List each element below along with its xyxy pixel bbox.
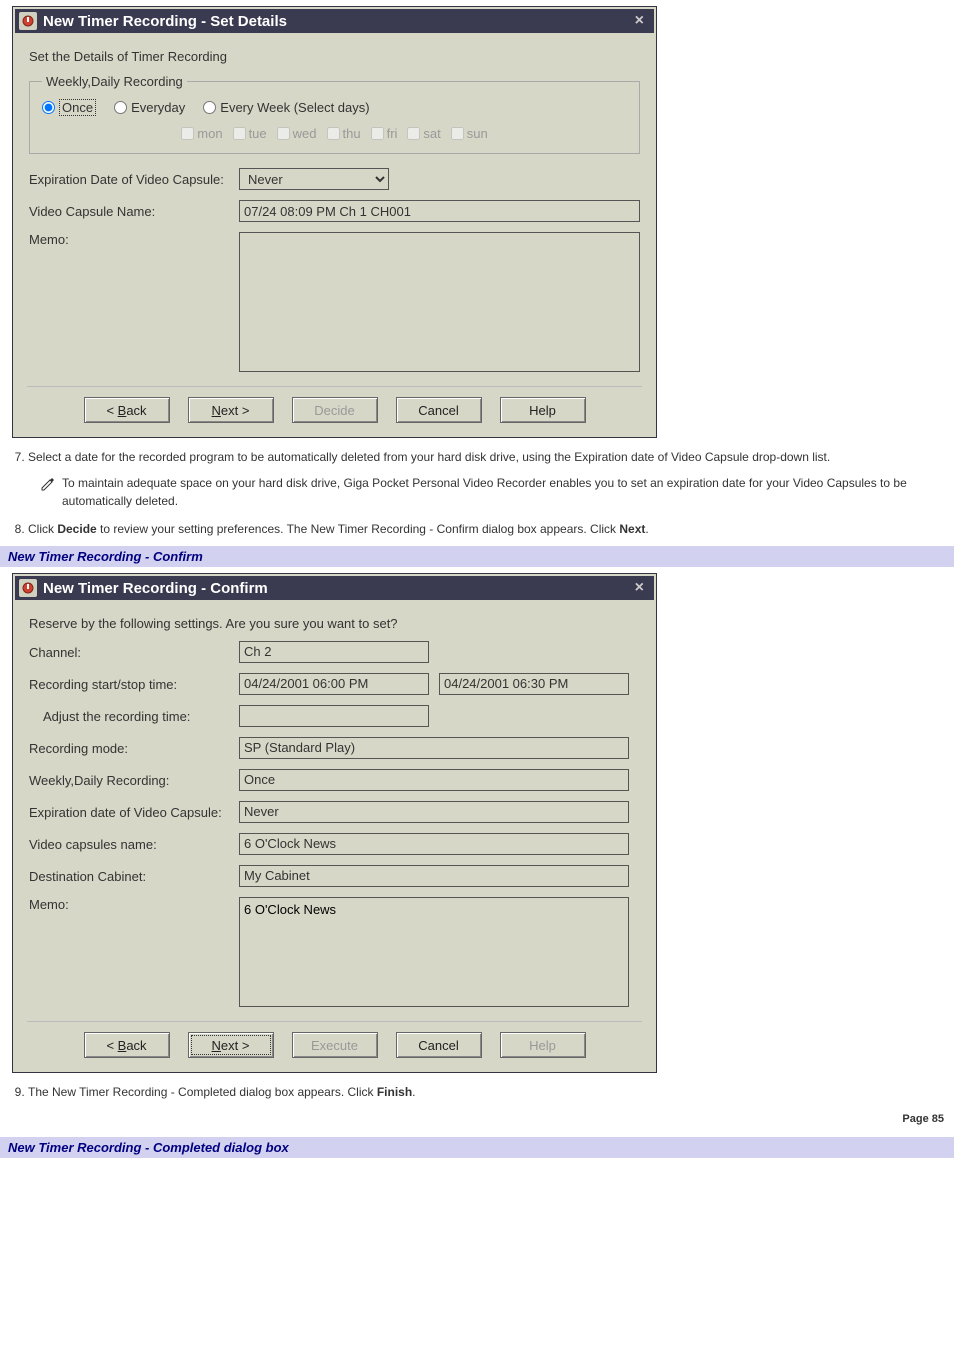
divider [27,386,642,387]
val-capsules: 6 O'Clock News [239,833,629,855]
lbl-adjust: Adjust the recording time: [29,709,229,724]
lbl-mode: Recording mode: [29,741,229,756]
val-start: 04/24/2001 06:00 PM [239,673,429,695]
lbl-memo2: Memo: [29,897,229,912]
chk-tue: tue [233,126,267,141]
chk-fri: fri [371,126,398,141]
lbl-dest: Destination Cabinet: [29,869,229,884]
step-list: Select a date for the recorded program t… [0,448,954,466]
val-mode: SP (Standard Play) [239,737,629,759]
lbl-expiration: Expiration date of Video Capsule: [29,805,229,820]
decide-button: Decide [292,397,378,423]
title-text: New Timer Recording - Set Details [43,13,287,30]
page-number: Page 85 [0,1107,954,1129]
app-icon [19,12,37,30]
val-expiration: Never [239,801,629,823]
group-legend: Weekly,Daily Recording [42,74,187,89]
val-stop: 04/24/2001 06:30 PM [439,673,629,695]
lbl-capsules: Video capsules name: [29,837,229,852]
radio-select-days[interactable]: Every Week (Select days) [203,100,369,115]
step-8: Click Decide to review your setting pref… [28,520,954,538]
cancel-button-2[interactable]: Cancel [396,1032,482,1058]
label-capsule-name: Video Capsule Name: [29,204,229,219]
chk-sat: sat [407,126,440,141]
back-button-2[interactable]: < Back [84,1032,170,1058]
close-icon-2[interactable]: × [631,580,648,596]
next-button-2[interactable]: Next > [188,1032,274,1058]
title-text-2: New Timer Recording - Confirm [43,580,268,597]
capsule-name-input[interactable] [239,200,640,222]
chk-wed: wed [277,126,317,141]
back-button[interactable]: < Back [84,397,170,423]
radio-everyday-label: Everyday [131,100,185,115]
note-7-text: To maintain adequate space on your hard … [62,474,954,510]
step-7: Select a date for the recorded program t… [28,448,954,466]
weekly-daily-group: Weekly,Daily Recording Once Everyday Eve… [29,74,640,154]
expiration-select[interactable]: Never [239,168,389,190]
cancel-button[interactable]: Cancel [396,397,482,423]
titlebar: New Timer Recording - Set Details × [13,7,656,33]
dialog-set-details: New Timer Recording - Set Details × Set … [12,6,657,438]
radio-select-days-label: Every Week (Select days) [220,100,369,115]
val-adjust [239,705,429,727]
note-7: To maintain adequate space on your hard … [40,474,954,510]
label-expiration: Expiration Date of Video Capsule: [29,172,229,187]
val-weekly: Once [239,769,629,791]
lbl-startstop: Recording start/stop time: [29,677,229,692]
step-list-8: Click Decide to review your setting pref… [0,520,954,538]
prompt-text-2: Reserve by the following settings. Are y… [29,616,640,631]
titlebar-2: New Timer Recording - Confirm × [13,574,656,600]
memo-input[interactable] [239,232,640,372]
chk-mon: mon [181,126,222,141]
radio-once-input[interactable] [42,101,55,114]
radio-everyday-input[interactable] [114,101,127,114]
execute-button: Execute [292,1032,378,1058]
chk-thu: thu [327,126,361,141]
lbl-channel: Channel: [29,645,229,660]
lbl-weekly: Weekly,Daily Recording: [29,773,229,788]
label-memo: Memo: [29,232,229,247]
step-list-9: The New Timer Recording - Completed dial… [0,1083,954,1101]
section-head-completed: New Timer Recording - Completed dialog b… [0,1137,954,1158]
val-dest: My Cabinet [239,865,629,887]
radio-select-days-input[interactable] [203,101,216,114]
prompt-text: Set the Details of Timer Recording [29,49,640,64]
radio-everyday[interactable]: Everyday [114,100,185,115]
close-icon[interactable]: × [631,13,648,29]
val-memo: 6 O'Clock News [239,897,629,1007]
step-9: The New Timer Recording - Completed dial… [28,1083,954,1101]
radio-once[interactable]: Once [42,99,96,116]
next-button[interactable]: Next > [188,397,274,423]
divider-2 [27,1021,642,1022]
pencil-icon [40,475,56,510]
section-head-confirm: New Timer Recording - Confirm [0,546,954,567]
dialog-confirm: New Timer Recording - Confirm × Reserve … [12,573,657,1073]
chk-sun: sun [451,126,488,141]
val-channel: Ch 2 [239,641,429,663]
app-icon-2 [19,579,37,597]
help-button[interactable]: Help [500,397,586,423]
radio-once-label: Once [59,99,96,116]
help-button-2: Help [500,1032,586,1058]
